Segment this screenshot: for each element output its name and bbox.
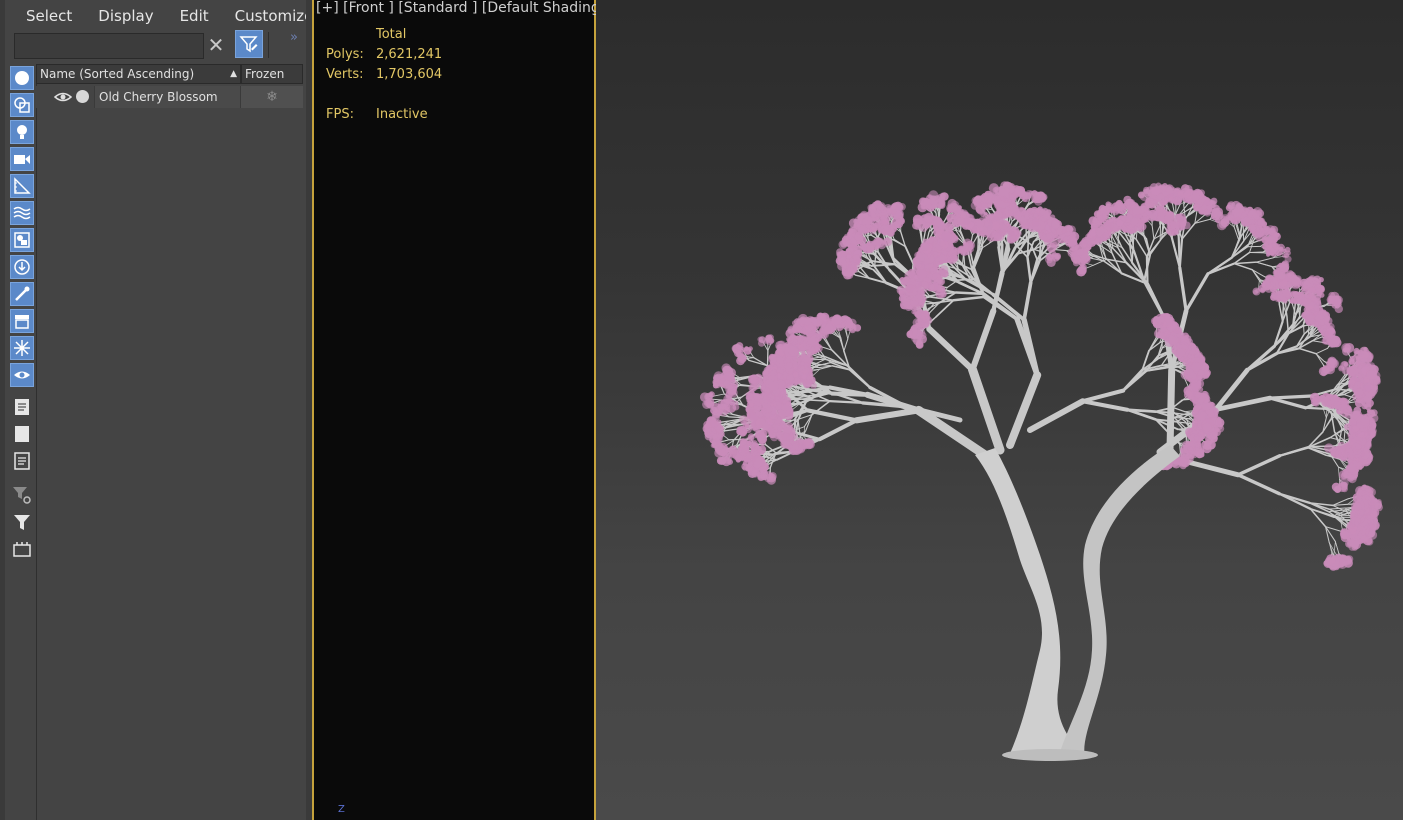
display-spacewarps-button[interactable] — [10, 201, 34, 225]
perspective-viewport[interactable] — [596, 0, 1403, 820]
group-icon — [14, 232, 30, 248]
sort-ascending-icon: ▲ — [230, 69, 237, 79]
invert-list-icon — [14, 452, 30, 470]
column-header-name-label: Name (Sorted Ascending) — [40, 67, 195, 81]
column-header-name[interactable]: Name (Sorted Ascending) ▲ — [36, 64, 241, 84]
toolbar-separator — [268, 32, 269, 58]
display-groups-button[interactable] — [10, 228, 34, 252]
stats-total-label: Total — [376, 27, 407, 42]
display-geometry-button[interactable] — [10, 66, 34, 90]
layer-explorer-button[interactable] — [10, 537, 34, 561]
invert-display-button[interactable] — [10, 449, 34, 473]
display-all-button[interactable] — [10, 395, 34, 419]
display-frozen-button[interactable] — [10, 336, 34, 360]
row-toggle-cell — [36, 86, 94, 108]
display-none-button[interactable] — [10, 422, 34, 446]
display-hidden-button[interactable] — [10, 363, 34, 387]
display-containers-button[interactable] — [10, 309, 34, 333]
funnel-gear-icon — [13, 487, 31, 504]
stats-polys-label: Polys: — [326, 47, 364, 62]
menu-edit[interactable]: Edit — [164, 0, 219, 32]
stats-polys-value: 2,621,241 — [376, 47, 443, 62]
filter-button[interactable] — [10, 510, 34, 534]
visibility-eye-icon[interactable] — [54, 90, 72, 104]
panel-edge — [0, 0, 5, 820]
display-cameras-button[interactable] — [10, 147, 34, 171]
blank-page-icon — [15, 426, 29, 442]
stats-fps-value: Inactive — [376, 107, 428, 122]
row-name[interactable]: Old Cherry Blossom — [94, 86, 240, 108]
display-bones-button[interactable] — [10, 282, 34, 306]
filter-toolbar — [8, 64, 37, 820]
display-shapes-button[interactable] — [10, 93, 34, 117]
display-xrefs-button[interactable] — [10, 255, 34, 279]
stats-fps-label: FPS: — [326, 107, 354, 122]
snowflake-icon — [14, 340, 30, 356]
document-list-icon — [15, 399, 29, 415]
xref-icon — [14, 259, 30, 275]
shapes-icon — [14, 97, 30, 113]
table-row[interactable]: Old Cherry Blossom ❄ — [36, 86, 303, 108]
stats-verts-label: Verts: — [326, 67, 364, 82]
display-lights-button[interactable] — [10, 120, 34, 144]
waves-icon — [13, 206, 31, 220]
cherry-blossom-tree-render — [700, 181, 1383, 761]
lightbulb-icon — [17, 125, 27, 139]
search-input[interactable] — [14, 33, 204, 59]
ruler-icon — [14, 177, 31, 194]
stats-verts-value: 1,703,604 — [376, 67, 443, 82]
camera-icon — [14, 155, 30, 164]
front-viewport[interactable]: [+] [Front ] [Standard ] [Default Shadin… — [312, 0, 610, 820]
table-header: Name (Sorted Ascending) ▲ Frozen — [36, 64, 303, 84]
axis-z-label: Z — [338, 804, 345, 815]
scene-explorer-panel: Select Display Edit Customize ✕ » Name (… — [0, 0, 313, 820]
funnel-icon — [14, 515, 30, 530]
column-header-frozen[interactable]: Frozen — [241, 64, 303, 84]
menu-select[interactable]: Select — [10, 0, 82, 32]
layers-icon — [13, 542, 31, 557]
filter-toggle-button[interactable] — [235, 30, 263, 58]
display-helpers-button[interactable] — [10, 174, 34, 198]
render-toggle-icon[interactable] — [76, 90, 89, 103]
clear-search-icon[interactable]: ✕ — [205, 33, 227, 57]
expand-chevron-icon[interactable]: » — [290, 30, 298, 45]
container-icon — [15, 315, 29, 329]
menu-bar: Select Display Edit Customize — [10, 0, 323, 32]
funnel-edit-icon — [239, 36, 258, 53]
advanced-filter-button[interactable] — [10, 483, 34, 507]
frozen-snowflake-icon[interactable]: ❄ — [240, 86, 303, 108]
sphere-icon — [15, 71, 29, 85]
eye-icon — [14, 371, 30, 379]
bone-icon — [15, 286, 30, 301]
viewport-label[interactable]: [+] [Front ] [Standard ] [Default Shadin… — [316, 0, 610, 16]
menu-display[interactable]: Display — [82, 0, 163, 32]
